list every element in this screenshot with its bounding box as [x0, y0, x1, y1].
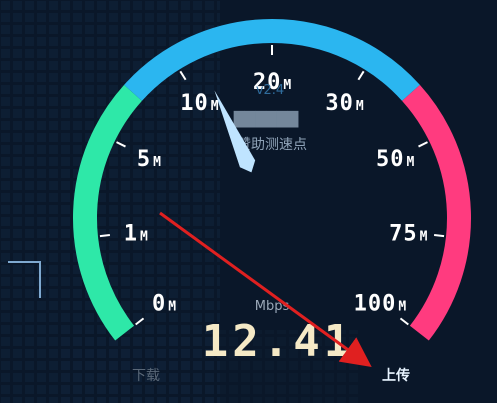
speedtest-stage: 0 M1 M5 M10 M20 M30 M50 M75 M100 M v2.4 ██████ 赞助… — [0, 0, 471, 403]
tick-mark — [99, 234, 110, 238]
tab-download[interactable]: 下载 — [132, 368, 160, 384]
tick-label-unit: M — [140, 229, 148, 244]
tick-mark — [434, 234, 445, 238]
tick-label-number: 75 — [389, 221, 418, 246]
tick-mark — [399, 317, 409, 326]
tick-label-number: 50 — [376, 147, 405, 172]
tick-label-unit: M — [168, 299, 176, 314]
tick-label: 50 M — [376, 147, 415, 172]
tick-label-number: 1 — [124, 221, 138, 246]
tick-label: 75 M — [389, 221, 428, 246]
tick-label-number: 5 — [137, 147, 151, 172]
tick-label: 30 M — [325, 91, 364, 116]
tick-label-unit: M — [398, 299, 406, 314]
speed-value: 12.41 — [202, 316, 354, 367]
tick-label-unit: M — [153, 155, 161, 170]
tick-label-number: 100 — [354, 291, 397, 316]
tick-label-number: 0 — [152, 291, 166, 316]
tick-mark — [418, 141, 428, 148]
speed-unit-label: Mbps — [255, 299, 290, 314]
tick-label-number: 10 — [180, 91, 209, 116]
tick-label: 100 M — [354, 291, 407, 316]
tick-label-unit: M — [406, 155, 414, 170]
arc-segment-high — [401, 84, 471, 341]
tick-label-unit: M — [420, 229, 428, 244]
tick-mark — [357, 70, 365, 81]
tab-upload[interactable]: 上传 — [382, 367, 410, 384]
gauge-needle — [214, 90, 256, 173]
sponsor-node-name: ██████ — [233, 110, 299, 128]
tick-label-unit: M — [356, 99, 364, 114]
version-label: v2.4 — [256, 83, 284, 98]
tick-label-unit: M — [283, 78, 291, 93]
tick-label-unit: M — [211, 99, 219, 114]
tick-label-number: 30 — [325, 91, 354, 116]
